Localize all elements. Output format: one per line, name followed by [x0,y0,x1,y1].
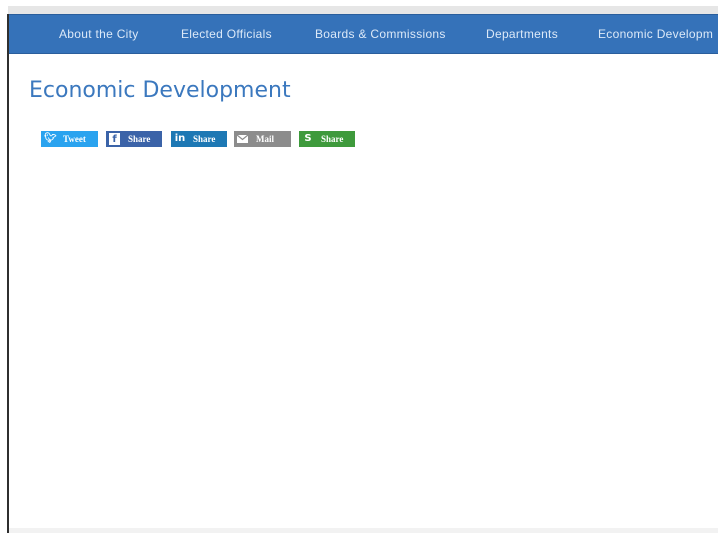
facebook-share-button[interactable]: f Share [106,131,162,147]
tweet-button-label: Tweet [63,134,86,144]
nav-item-economic-development[interactable]: Economic Developm [598,27,713,41]
mail-button[interactable]: Mail [234,131,291,147]
page-bottom-edge [9,528,718,533]
twitter-icon: 🐦︎ [44,133,57,144]
mail-icon [237,135,248,143]
mail-button-label: Mail [256,134,274,144]
sharethis-icon: S [304,133,312,144]
sharethis-share-label: Share [321,134,344,144]
linkedin-icon: in [174,133,186,144]
window-left-border [7,14,9,533]
window-top-edge [8,6,718,14]
linkedin-share-label: Share [193,134,216,144]
tweet-button[interactable]: 🐦︎ Tweet [41,131,98,147]
nav-item-boards-commissions[interactable]: Boards & Commissions [315,27,446,41]
nav-item-about-the-city[interactable]: About the City [59,27,139,41]
nav-item-departments[interactable]: Departments [486,27,558,41]
browser-page: About the City Elected Officials Boards … [0,0,718,533]
nav-item-elected-officials[interactable]: Elected Officials [181,27,272,41]
sharethis-share-button[interactable]: S Share [299,131,355,147]
linkedin-share-button[interactable]: in Share [171,131,227,147]
facebook-share-label: Share [128,134,151,144]
main-navigation: About the City Elected Officials Boards … [9,14,718,54]
page-title: Economic Development [29,78,291,103]
facebook-icon: f [109,133,120,145]
